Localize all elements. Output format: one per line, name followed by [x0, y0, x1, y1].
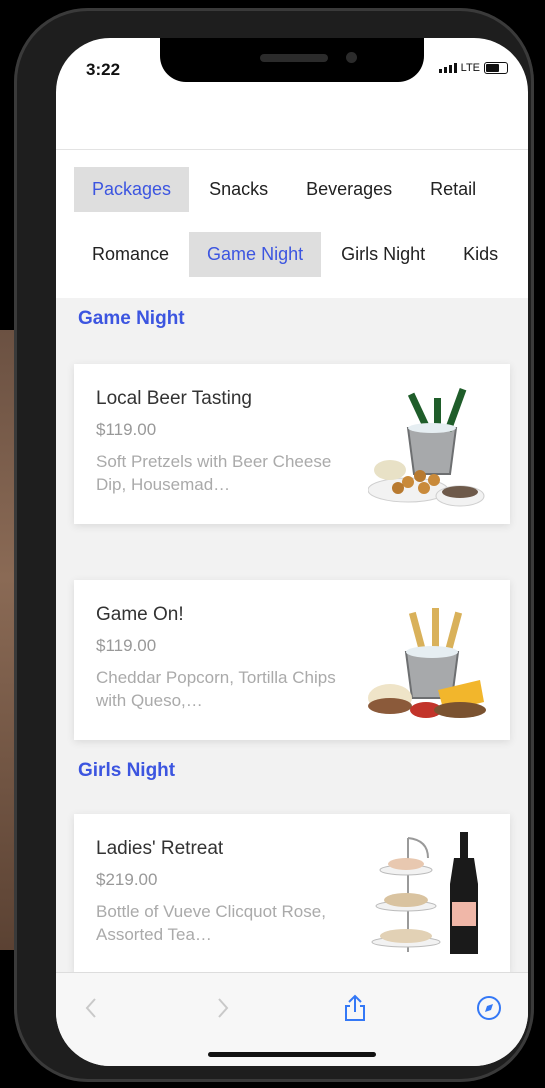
section-title-girls-night: Girls Night [78, 760, 176, 781]
tab-girls-night[interactable]: Girls Night [323, 232, 443, 277]
product-card[interactable]: Ladies' Retreat $219.00 Bottle of Vueve … [74, 814, 510, 974]
tab-packages[interactable]: Packages [74, 167, 190, 212]
category-tabs: Packages Snacks Beverages Retail Romance… [56, 150, 528, 298]
beer-bucket-pretzels-image [368, 387, 485, 507]
tab-beverages[interactable]: Beverages [288, 167, 410, 212]
product-card[interactable]: Game On! $119.00 Cheddar Popcorn, Tortil… [74, 580, 510, 740]
share-button[interactable] [340, 993, 370, 1023]
phone-frame: 3:22 LTE Packages Snacks Beverages Retai… [14, 8, 534, 1082]
chevron-left-icon [85, 998, 96, 1018]
tab-retail[interactable]: Retail [412, 167, 494, 212]
phone-screen: 3:22 LTE Packages Snacks Beverages Retai… [56, 38, 528, 1066]
chevron-right-icon [218, 998, 229, 1018]
network-label: LTE [460, 62, 480, 74]
compass-button[interactable] [474, 993, 504, 1023]
product-description: Bottle of Vueve Clicquot Rose, Assorted … [96, 902, 326, 944]
compass-icon [477, 996, 501, 1020]
product-price: $119.00 [96, 420, 157, 439]
status-indicators: LTE [438, 62, 508, 74]
tab-row-2: Romance Game Night Girls Night Kids [74, 232, 518, 277]
battery-icon [484, 62, 508, 74]
product-description: Soft Pretzels with Beer Cheese Dip, Hous… [96, 452, 332, 494]
share-icon [345, 994, 365, 1021]
address-bar-area [56, 108, 528, 148]
back-button[interactable] [76, 993, 106, 1023]
product-price: $219.00 [96, 870, 158, 889]
product-name: Local Beer Tasting [96, 388, 252, 409]
home-indicator[interactable] [208, 1052, 376, 1057]
signal-icon [438, 63, 457, 73]
notch [160, 38, 424, 82]
product-card[interactable]: Local Beer Tasting $119.00 Soft Pretzels… [74, 364, 510, 524]
tab-snacks[interactable]: Snacks [191, 167, 286, 212]
product-price: $119.00 [96, 636, 157, 655]
tab-row-1: Packages Snacks Beverages Retail [74, 167, 496, 212]
speaker [260, 54, 328, 62]
tea-stand-champagne-image [371, 832, 478, 954]
camera [346, 52, 357, 63]
status-time: 3:22 [86, 60, 121, 79]
product-name: Ladies' Retreat [96, 838, 224, 859]
package-list: Game Night Local Beer Tasting $119.00 So… [56, 298, 528, 974]
product-description: Cheddar Popcorn, Tortilla Chips with Que… [96, 668, 336, 710]
product-name: Game On! [96, 604, 184, 625]
tab-kids[interactable]: Kids [445, 232, 516, 277]
forward-button[interactable] [208, 993, 238, 1023]
section-title-game-night: Game Night [78, 308, 185, 329]
tab-romance[interactable]: Romance [74, 232, 187, 277]
beer-bucket-popcorn-chips-image [368, 608, 486, 718]
tab-game-night[interactable]: Game Night [189, 232, 322, 277]
